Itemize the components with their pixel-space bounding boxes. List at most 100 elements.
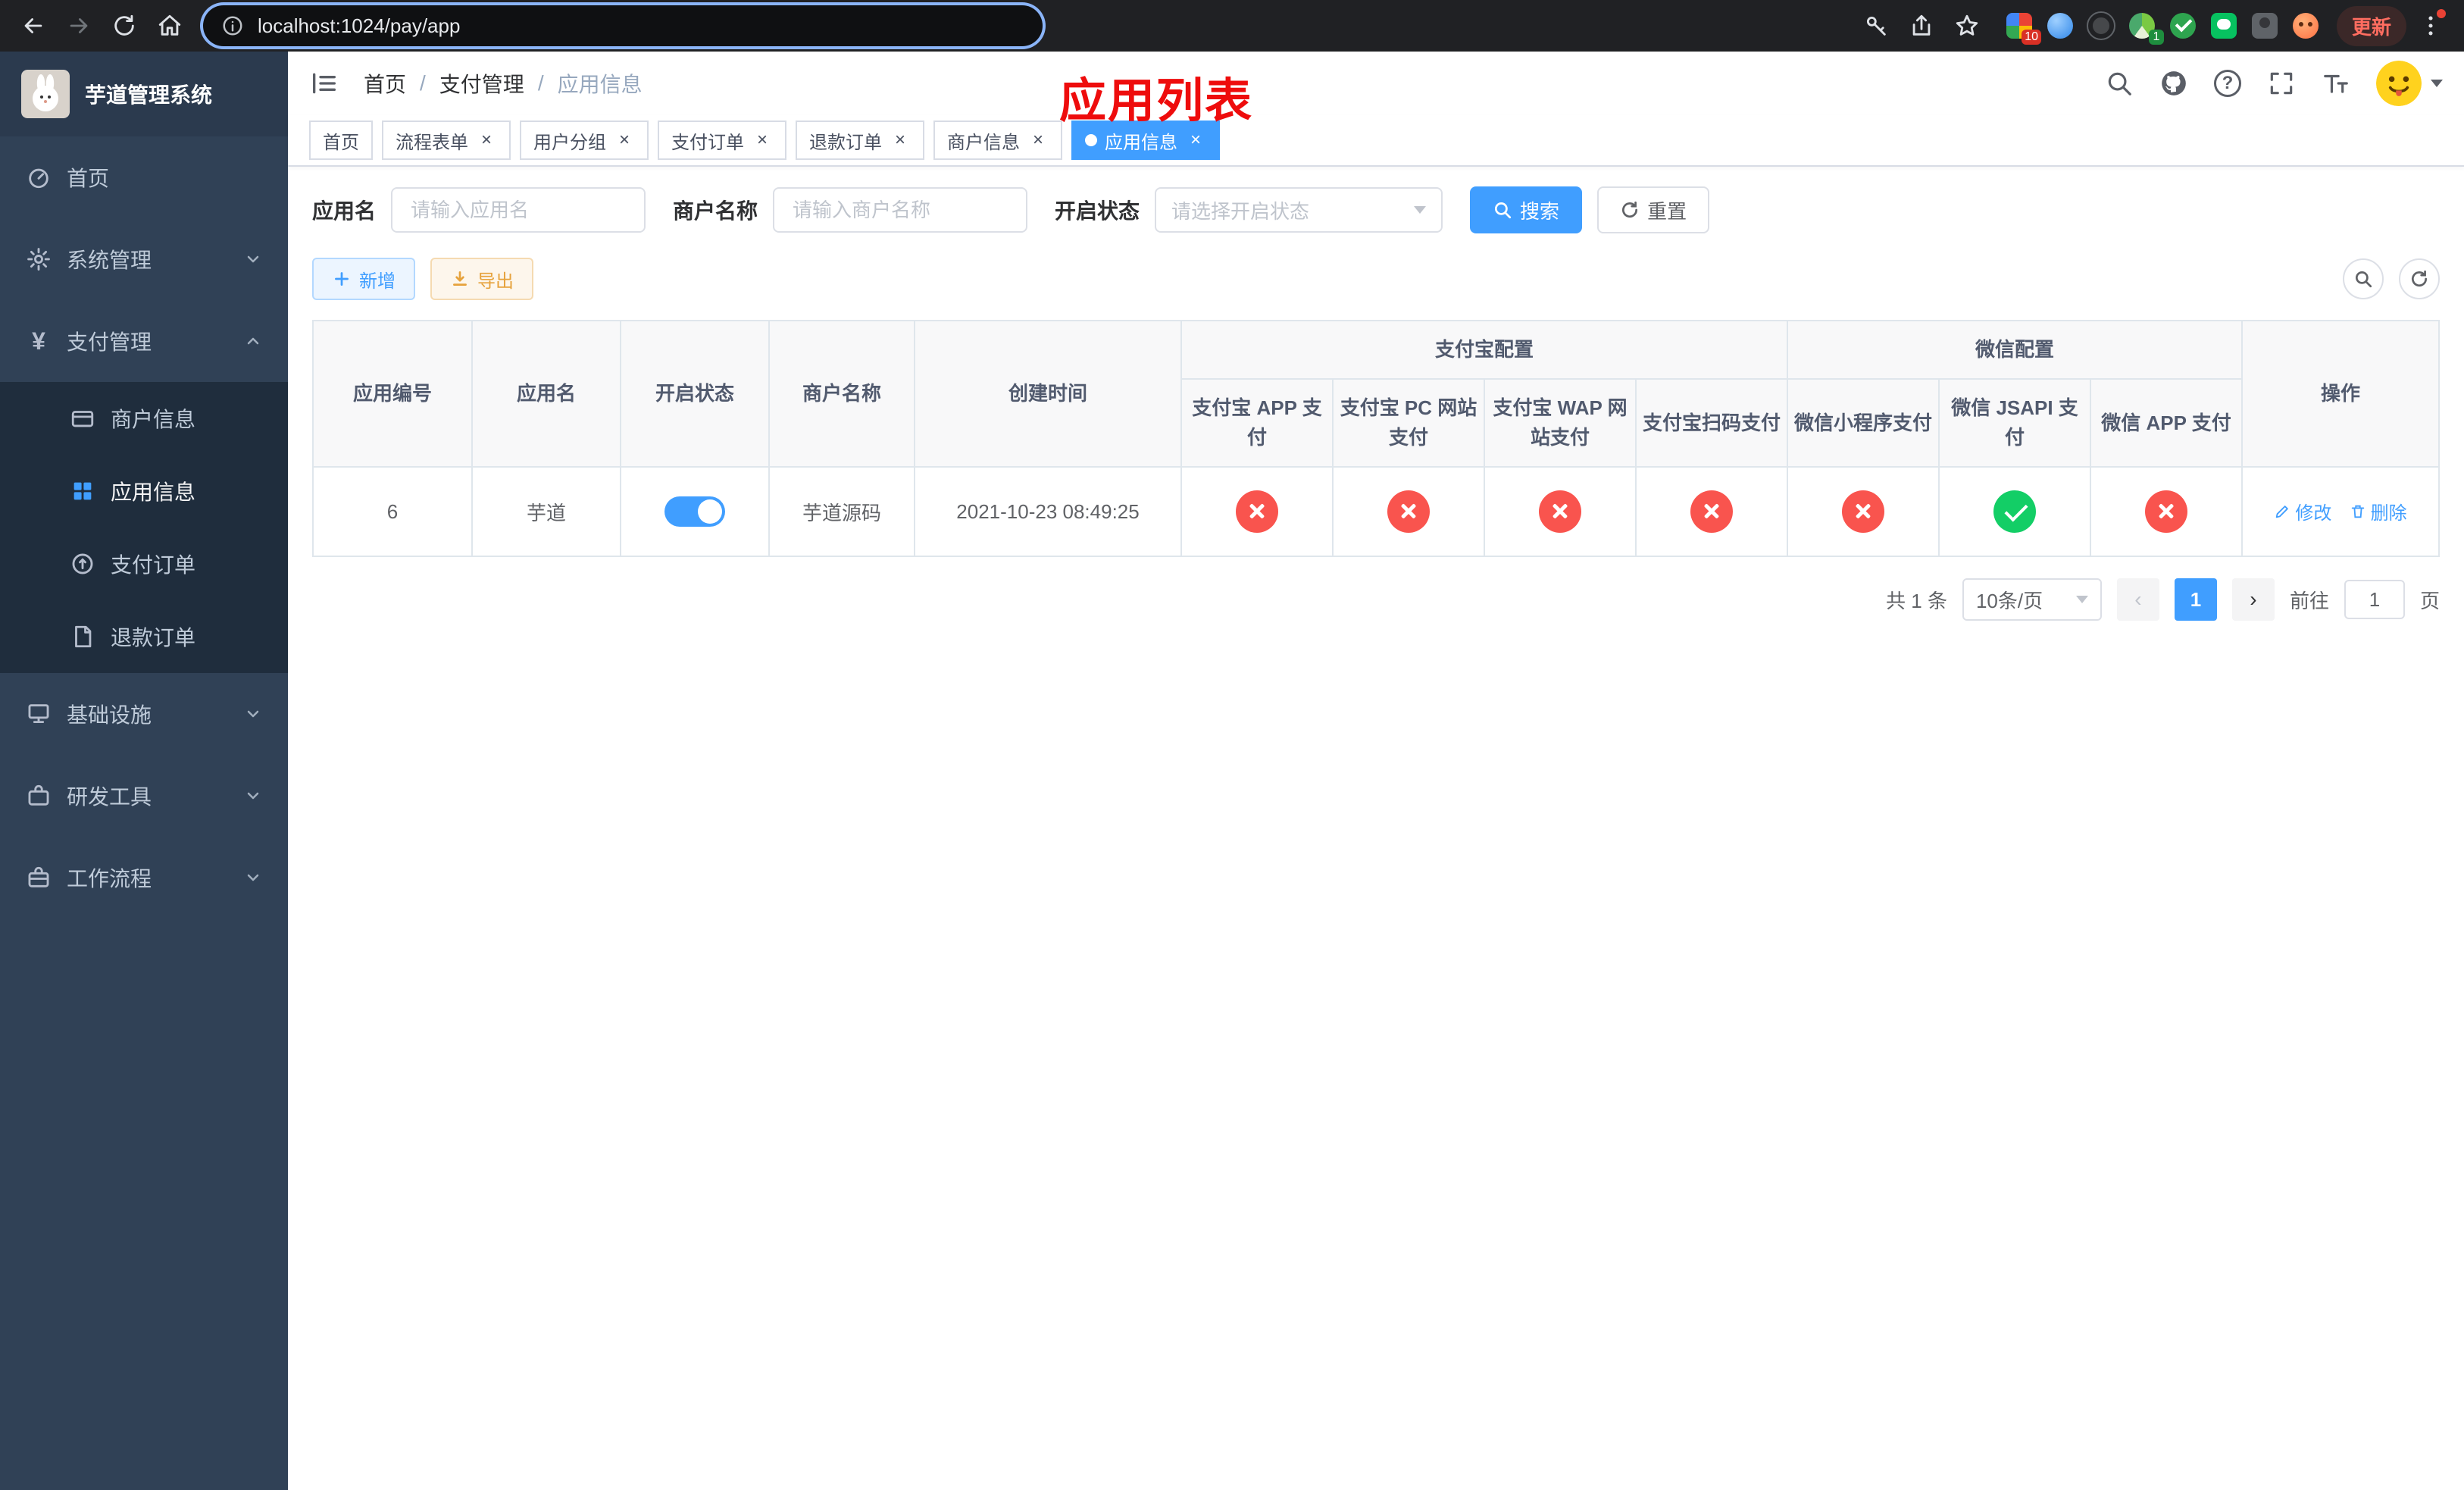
breadcrumb-payment[interactable]: 支付管理 [439,68,524,99]
tab-refund-orders[interactable]: 退款订单 × [796,121,924,160]
filter-form: 应用名 商户名称 开启状态 请选择开启状态 搜索 重置 [312,186,2440,233]
sidebar-item-payment[interactable]: ¥ 支付管理 [0,300,288,382]
search-button[interactable]: 搜索 [1470,186,1583,233]
search-icon[interactable] [2105,69,2134,98]
extension-icon-6[interactable] [2210,13,2237,39]
fullscreen-icon[interactable] [2267,69,2296,98]
breadcrumb-home[interactable]: 首页 [364,68,406,99]
prev-page-button[interactable]: ‹ [2116,578,2159,621]
page-size-select[interactable]: 10条/页 [1962,578,2102,621]
extension-icon-5[interactable] [2169,13,2196,39]
edit-link[interactable]: 修改 [2274,498,2331,524]
merchant-name-label: 商户名称 [673,199,758,223]
close-icon[interactable]: × [614,130,635,151]
plus-icon [335,272,349,286]
tab-payment-orders[interactable]: 支付订单 × [658,121,786,160]
tab-merchant-info[interactable]: 商户信息 × [933,121,1062,160]
extension-icon-4[interactable]: 1 [2128,13,2164,45]
payment-submenu: 商户信息 应用信息 支付订单 退款订单 [0,382,288,673]
tab-process-form[interactable]: 流程表单 × [382,121,511,160]
extension-icon-7[interactable] [2251,13,2278,39]
back-button[interactable] [12,5,55,47]
close-icon[interactable]: × [890,130,911,151]
alipay-wap-status-icon [1539,490,1581,533]
sidebar-item-home[interactable]: 首页 [0,136,288,218]
chevron-up-icon [244,332,262,350]
forward-button[interactable] [58,5,100,47]
collapse-sidebar-icon[interactable] [309,68,339,99]
document-icon [70,624,95,650]
goto-page-input[interactable] [2344,580,2405,619]
add-button[interactable]: 新增 [312,258,415,300]
col-header-merchant: 商户名称 [768,320,915,468]
tab-label: 退款订单 [809,132,882,153]
group-header-wechat: 微信配置 [1787,320,2244,380]
reload-button[interactable] [103,5,145,47]
address-bar[interactable]: localhost:1024/pay/app [203,5,1043,46]
bookmark-star-icon[interactable] [1946,5,1988,47]
browser-update-button[interactable]: 更新 [2336,5,2406,46]
extension-icon-8[interactable] [2292,13,2319,39]
page-number-button[interactable]: 1 [2174,578,2217,621]
sidebar-item-infrastructure[interactable]: 基础设施 [0,673,288,755]
extension-icon-2[interactable] [2047,13,2073,39]
dashboard-icon [26,164,52,190]
toggle-search-button[interactable] [2343,258,2384,299]
enabled-switch[interactable] [664,496,725,527]
col-header-app-id: 应用编号 [312,320,473,468]
extension-icons: 10 1 [2006,11,2319,45]
user-avatar[interactable] [2376,61,2422,106]
font-size-icon[interactable] [2322,69,2350,98]
sidebar-item-refund-orders[interactable]: 退款订单 [0,600,288,673]
close-icon[interactable]: × [752,130,773,151]
extension-icon-1[interactable]: 10 [2006,13,2041,45]
delete-link[interactable]: 删除 [2350,498,2407,524]
home-button[interactable] [149,5,191,47]
sidebar-item-payment-orders[interactable]: 支付订单 [0,527,288,600]
next-page-button[interactable]: › [2231,578,2275,621]
tab-user-group[interactable]: 用户分组 × [520,121,649,160]
sidebar-item-label: 支付管理 [67,330,152,354]
page-content: 应用名 商户名称 开启状态 请选择开启状态 搜索 重置 [288,167,2464,1490]
github-icon[interactable] [2159,69,2188,98]
close-icon[interactable]: × [1185,130,1206,151]
wx-mini-status-icon [1842,490,1885,533]
col-header-alipay-qr: 支付宝扫码支付 [1634,378,1789,468]
toolbox-icon [26,783,52,809]
share-icon[interactable] [1900,5,1943,47]
breadcrumb-current: 应用信息 [557,73,643,96]
sidebar-item-workflow[interactable]: 工作流程 [0,837,288,919]
browser-menu-button[interactable] [2409,5,2452,47]
alipay-app-status-icon [1236,490,1278,533]
merchant-name-input[interactable] [773,187,1028,233]
col-header-status: 开启状态 [620,320,770,468]
active-dot [1085,134,1097,146]
user-menu[interactable] [2376,61,2443,106]
app-name-input[interactable] [391,187,646,233]
tab-home[interactable]: 首页 [309,121,373,160]
tab-label: 应用信息 [1105,132,1177,153]
update-dot-badge [2437,9,2446,18]
app-logo [21,70,70,118]
close-icon[interactable]: × [1027,130,1049,151]
chevron-down-icon [244,869,262,887]
password-key-icon[interactable] [1855,5,1897,47]
reset-button[interactable]: 重置 [1597,186,1710,233]
sidebar-item-dev-tools[interactable]: 研发工具 [0,755,288,837]
cell-app-id: 6 [312,466,473,557]
sidebar-item-merchant-info[interactable]: 商户信息 [0,382,288,455]
status-select[interactable]: 请选择开启状态 [1155,187,1443,233]
help-icon[interactable]: ? [2214,70,2241,97]
app-table: 应用编号 应用名 开启状态 商户名称 创建时间 支付宝配置 微信配置 操作 支付… [312,320,2440,557]
site-info-icon[interactable] [221,14,244,37]
chevron-down-icon [2431,80,2443,87]
extension-icon-3[interactable] [2086,11,2115,40]
monitor-icon [26,701,52,727]
gear-icon [26,246,52,272]
sidebar-item-system[interactable]: 系统管理 [0,218,288,300]
close-icon[interactable]: × [476,130,497,151]
export-button[interactable]: 导出 [430,258,533,300]
refresh-table-button[interactable] [2399,258,2440,299]
sidebar-item-app-info[interactable]: 应用信息 [0,455,288,527]
cell-app-name: 芋道 [471,466,621,557]
